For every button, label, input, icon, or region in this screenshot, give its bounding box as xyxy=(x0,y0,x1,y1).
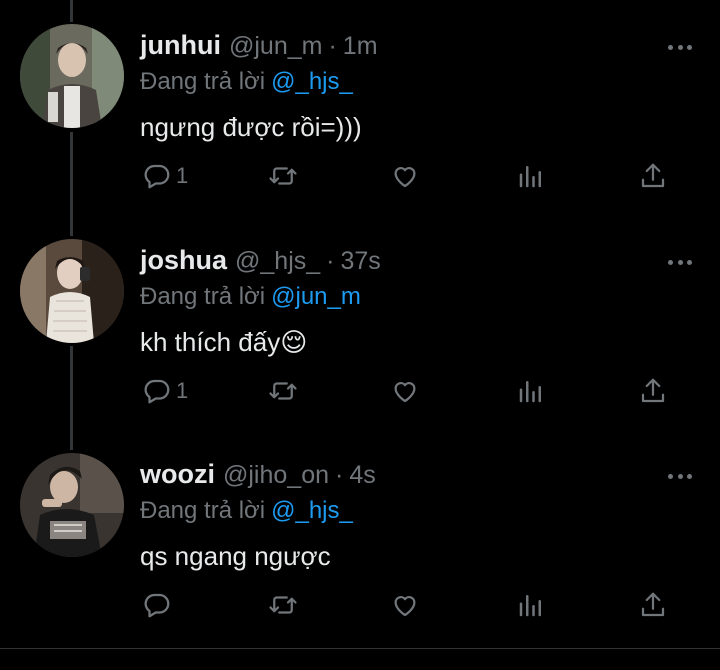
reply-button[interactable]: 1 xyxy=(142,158,188,194)
action-bar: 1 xyxy=(0,158,720,198)
mention-link[interactable]: @_hjs_ xyxy=(271,68,353,95)
tweet-text: qs ngang ngược xyxy=(140,541,331,571)
reply-count: 1 xyxy=(176,163,189,188)
retweet-icon xyxy=(269,596,297,614)
analytics-icon xyxy=(519,381,541,403)
reply-button[interactable] xyxy=(142,587,176,623)
heart-icon xyxy=(394,382,416,403)
retweet-icon xyxy=(269,167,297,185)
like-button[interactable] xyxy=(390,158,420,194)
display-name[interactable]: woozi xyxy=(140,459,215,490)
views-button[interactable] xyxy=(516,587,546,623)
tweet-header: junhui @jun_m · 1m xyxy=(140,30,378,66)
reply-icon xyxy=(144,593,170,618)
tweet-header: woozi @jiho_on · 4s xyxy=(140,459,376,495)
timestamp[interactable]: 1m xyxy=(343,32,378,61)
share-button[interactable] xyxy=(638,158,668,194)
separator-dot: · xyxy=(335,461,344,489)
reply-prefix: Đang trả lời xyxy=(140,497,266,524)
avatar[interactable] xyxy=(20,453,124,557)
avatar[interactable] xyxy=(20,239,124,343)
display-name[interactable]: junhui xyxy=(140,30,221,61)
retweet-button[interactable] xyxy=(268,373,298,409)
reply-icon xyxy=(144,379,170,404)
tweet-header: joshua @_hjs_ · 37s xyxy=(140,245,381,281)
views-button[interactable] xyxy=(516,158,546,194)
avatar-image-joshua xyxy=(20,239,124,343)
reply-prefix: Đang trả lời xyxy=(140,68,266,95)
analytics-icon xyxy=(519,166,541,188)
mention-link[interactable]: @jun_m xyxy=(271,283,361,310)
reply-button[interactable]: 1 xyxy=(142,373,188,409)
replying-to: Đang trả lời @_hjs_ xyxy=(140,68,353,96)
share-icon xyxy=(641,378,665,403)
tweet-text: kh thích đấy😌 xyxy=(140,327,308,357)
more-icon[interactable] xyxy=(668,257,692,267)
replying-to: Đang trả lời @jun_m xyxy=(140,283,361,311)
views-button[interactable] xyxy=(516,373,546,409)
more-icon[interactable] xyxy=(668,471,692,481)
mention-link[interactable]: @_hjs_ xyxy=(271,497,353,524)
retweet-icon xyxy=(269,382,297,400)
reply-count: 1 xyxy=(176,378,189,403)
avatar-image-woozi xyxy=(20,453,124,557)
separator-dot: · xyxy=(326,247,335,275)
retweet-button[interactable] xyxy=(268,587,298,623)
thread-line-top xyxy=(70,0,73,22)
share-icon xyxy=(641,592,665,617)
user-handle[interactable]: @jiho_on xyxy=(223,461,329,490)
tweet-text: ngưng được rồi=))) xyxy=(140,112,362,142)
timestamp[interactable]: 4s xyxy=(349,461,375,490)
timestamp[interactable]: 37s xyxy=(341,247,381,276)
reply-prefix: Đang trả lời xyxy=(140,283,266,310)
avatar[interactable] xyxy=(20,24,124,128)
share-button[interactable] xyxy=(638,587,668,623)
replying-to: Đang trả lời @_hjs_ xyxy=(140,497,353,525)
like-button[interactable] xyxy=(390,373,420,409)
display-name[interactable]: joshua xyxy=(140,245,227,276)
action-bar xyxy=(0,587,720,627)
heart-icon xyxy=(394,596,416,617)
share-icon xyxy=(641,163,665,188)
separator-dot: · xyxy=(328,32,337,60)
user-handle[interactable]: @jun_m xyxy=(229,32,322,61)
retweet-button[interactable] xyxy=(268,158,298,194)
more-icon[interactable] xyxy=(668,42,692,52)
share-button[interactable] xyxy=(638,373,668,409)
reply-icon xyxy=(144,164,170,189)
action-bar: 1 xyxy=(0,373,720,413)
like-button[interactable] xyxy=(390,587,420,623)
analytics-icon xyxy=(519,595,541,617)
user-handle[interactable]: @_hjs_ xyxy=(235,247,320,276)
avatar-image-junhui xyxy=(20,24,124,128)
divider xyxy=(0,648,720,649)
heart-icon xyxy=(394,167,416,188)
